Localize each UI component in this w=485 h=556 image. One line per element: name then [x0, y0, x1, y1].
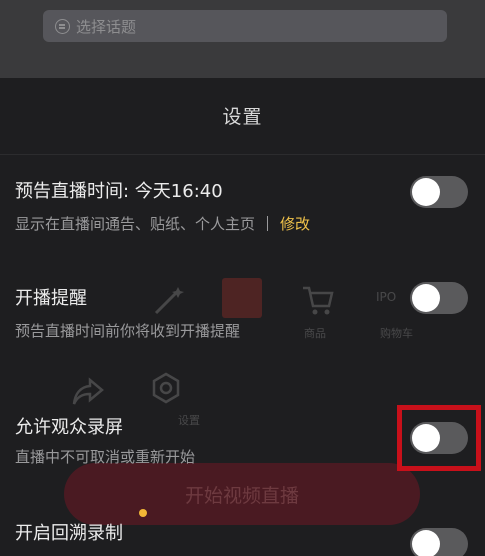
- toggle-knob: [412, 284, 440, 312]
- bg-label-settings: 设置: [178, 414, 200, 427]
- preview-time-desc-text: 显示在直播间通告、贴纸、个人主页: [15, 215, 256, 233]
- toggle-preview-time[interactable]: [410, 176, 468, 208]
- qr-code-icon: [222, 278, 262, 318]
- setting-desc-preview-time: 显示在直播间通告、贴纸、个人主页 修改: [15, 213, 310, 234]
- topic-selector[interactable]: 选择话题: [43, 10, 447, 42]
- bg-label-ipo: IPO: [376, 290, 397, 304]
- modify-link[interactable]: 修改: [280, 213, 310, 234]
- sheet-title: 设置: [222, 106, 263, 128]
- topic-placeholder: 选择话题: [76, 17, 137, 36]
- toggle-knob: [412, 530, 440, 556]
- toggle-knob: [412, 178, 440, 206]
- bg-label-cart: 购物车: [380, 327, 413, 340]
- live-setup-screen: 选择话题 设置 商品 购物车 IPO 设置 开始视频直播 预告直播时间: 今天1…: [0, 0, 485, 556]
- notification-dot: [139, 509, 147, 517]
- share-icon: [72, 377, 104, 405]
- top-overlay: 选择话题: [0, 0, 485, 78]
- topic-icon: [55, 18, 70, 34]
- setting-title-replay-recording: 开启回溯录制: [15, 523, 123, 544]
- toggle-live-reminder[interactable]: [410, 282, 468, 314]
- setting-title-allow-recording: 允许观众录屏: [15, 417, 123, 438]
- highlight-annotation-box: [397, 405, 481, 471]
- toggle-replay-recording[interactable]: [410, 528, 468, 556]
- setting-title-live-reminder: 开播提醒: [15, 288, 87, 309]
- go-live-button[interactable]: 开始视频直播: [64, 463, 420, 525]
- cart-icon: [303, 286, 334, 315]
- magic-wand-icon: [154, 287, 184, 315]
- bg-label-goods: 商品: [304, 327, 326, 340]
- setting-title-preview-time: 预告直播时间: 今天16:40: [15, 181, 223, 202]
- desc-separator: [267, 216, 269, 231]
- gear-icon: [152, 372, 180, 404]
- setting-desc-live-reminder: 预告直播时间前你将收到开播提醒: [15, 322, 241, 340]
- sheet-divider: [0, 154, 485, 155]
- setting-desc-allow-recording: 直播中不可取消或重新开始: [15, 448, 196, 466]
